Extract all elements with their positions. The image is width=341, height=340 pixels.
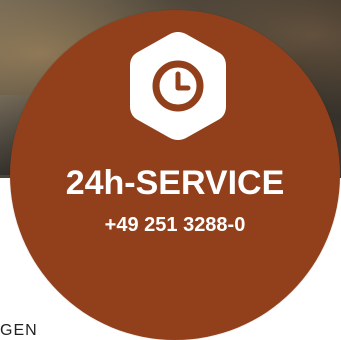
phone-number[interactable]: +49 251 3288-0 — [10, 212, 340, 238]
service-title: 24h-SERVICE — [65, 164, 285, 202]
partial-heading: GEN — [0, 322, 38, 339]
service-badge[interactable]: 24h-SERVICE +49 251 3288-0 — [10, 10, 340, 340]
clock-icon — [130, 32, 226, 140]
